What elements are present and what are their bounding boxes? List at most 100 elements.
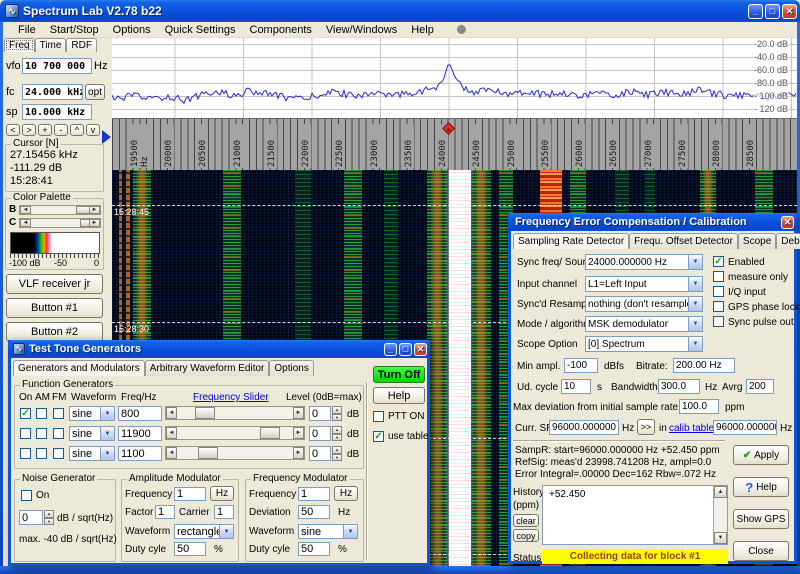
am-duty-input[interactable]: 50 [174, 542, 206, 556]
fm-frequency-input[interactable]: 1 [298, 487, 330, 501]
history-clear-button[interactable]: clear [513, 514, 539, 527]
turn-off-button[interactable]: Turn Off [373, 366, 425, 383]
history-scrollbar[interactable]: ▲ ▼ [713, 486, 727, 544]
fg1-frequency-slider[interactable]: ◄ ► [165, 406, 305, 420]
max-deviation-input[interactable]: 100.0 [679, 399, 719, 414]
menu-options[interactable]: Options [106, 23, 158, 37]
close-button[interactable]: ✕ [782, 3, 797, 19]
fg2-am-checkbox[interactable] [36, 428, 47, 439]
fm-deviation-input[interactable]: 50 [298, 505, 330, 519]
fg2-frequency-slider[interactable]: ◄ ► [165, 426, 305, 440]
sync-freq-select[interactable]: 24000.000000 Hz ▼ [585, 254, 703, 270]
tone-gen-tab-generators[interactable]: Generators and Modulators [13, 360, 145, 376]
noise-on-checkbox[interactable] [21, 490, 32, 501]
fg2-on-checkbox[interactable] [20, 428, 31, 439]
spectrum-graph[interactable]: -20.0 dB -40.0 dB -60.0 dB -80.0 dB - 10… [112, 38, 797, 118]
measure-only-checkbox[interactable] [713, 271, 724, 282]
fg3-level-spinner[interactable]: ▲ ▼ [332, 446, 342, 461]
tone-gen-tab-waveform-editor[interactable]: Arbitrary Waveform Editor [144, 360, 270, 376]
bitrate-input[interactable]: 200.00 Hz [673, 358, 735, 373]
main-titlebar[interactable]: ∿ Spectrum Lab V2.78 b22 _ □ ✕ [0, 0, 800, 22]
history-textarea[interactable]: +52.450 ▲ ▼ [542, 485, 728, 545]
tone-gen-close-button[interactable]: ✕ [414, 342, 427, 356]
noise-level-spinner[interactable]: ▲ ▼ [44, 510, 54, 525]
use-table-checkbox[interactable]: ✓ [373, 431, 384, 442]
tone-gen-minimize-button[interactable]: _ [384, 342, 397, 356]
tone-gen-help-button[interactable]: Help [373, 387, 425, 404]
freq-comp-help-button[interactable]: ? Help [733, 477, 789, 497]
tab-freq[interactable]: Freq [4, 38, 35, 52]
fg3-level-input[interactable]: 0 [309, 446, 331, 461]
maximize-button[interactable]: □ [765, 3, 780, 19]
tab-rdf[interactable]: RDF [66, 38, 97, 52]
min-ampl-input[interactable]: -100 [564, 358, 598, 373]
fg2-waveform-select[interactable]: sine ▼ [69, 426, 115, 441]
freq-comp-tab-debug[interactable]: Debug [776, 233, 800, 249]
fc-input[interactable]: 24.000 kHz [22, 84, 83, 100]
history-copy-button[interactable]: copy [513, 529, 539, 542]
preset-button-1[interactable]: Button #1 [6, 298, 103, 318]
fg1-waveform-select[interactable]: sine ▼ [69, 406, 115, 421]
fc-opt-button[interactable]: opt [85, 84, 105, 100]
fm-waveform-select[interactable]: sine ▼ [298, 524, 358, 539]
scroll-down-button[interactable]: v [86, 124, 100, 136]
noise-level-input[interactable]: 0 [19, 510, 43, 525]
freq-left-button[interactable]: < [6, 124, 20, 136]
preset-vlf-receiver-button[interactable]: VLF receiver jr [6, 274, 103, 294]
gps-phase-lock-checkbox[interactable] [713, 301, 724, 312]
input-channel-select[interactable]: L1=Left Input ▼ [585, 276, 703, 292]
vfo-input[interactable]: 10 700 000 [22, 58, 92, 74]
calib-table-input[interactable]: 96000.000000 [713, 420, 777, 435]
fg1-am-checkbox[interactable] [36, 408, 47, 419]
avrg-input[interactable]: 200 [746, 379, 774, 394]
tab-time[interactable]: Time [34, 38, 67, 52]
show-gps-button[interactable]: Show GPS [733, 509, 789, 529]
calib-table-link[interactable]: calib table: [669, 423, 717, 434]
close-dialog-button[interactable]: Close [733, 541, 789, 561]
freq-comp-tab-sampling-rate[interactable]: Sampling Rate Detector [513, 233, 630, 249]
frequency-ruler[interactable]: 19500 Hz 20000 20500 21000 21500 22000 22500 23… [112, 118, 797, 170]
freq-comp-tab-scope[interactable]: Scope [737, 233, 777, 249]
am-waveform-select[interactable]: rectangle ▼ [174, 524, 234, 539]
freq-right-button[interactable]: > [22, 124, 36, 136]
mode-algorithm-select[interactable]: MSK demodulator ▼ [585, 316, 703, 332]
fg1-freq-input[interactable]: 800 [118, 406, 162, 421]
scope-option-select[interactable]: [0] Spectrum ▼ [585, 336, 703, 352]
minimize-button[interactable]: _ [748, 3, 763, 19]
menu-components[interactable]: Components [243, 23, 319, 37]
am-factor-input[interactable]: 1 [155, 505, 175, 519]
ud-cycle-input[interactable]: 10 [561, 379, 591, 394]
zoom-in-button[interactable]: + [38, 124, 52, 136]
freq-comp-close-button[interactable]: ✕ [781, 215, 794, 229]
tone-gen-tab-options[interactable]: Options [269, 360, 314, 376]
sp-input[interactable]: 10.000 kHz [22, 104, 92, 120]
fg3-frequency-slider[interactable]: ◄ ► [165, 446, 305, 460]
am-frequency-input[interactable]: 1 [174, 487, 206, 501]
freq-comp-tab-offset-detector[interactable]: Frequ. Offset Detector [629, 233, 738, 249]
menu-quick-settings[interactable]: Quick Settings [158, 23, 243, 37]
zoom-out-button[interactable]: - [54, 124, 68, 136]
copy-sr-button[interactable]: >> [637, 419, 655, 435]
brightness-slider[interactable]: ◄ ► [19, 205, 101, 215]
fg3-on-checkbox[interactable] [20, 448, 31, 459]
fg2-level-spinner[interactable]: ▲ ▼ [332, 426, 342, 441]
fg3-freq-input[interactable]: 1100 [118, 446, 162, 461]
fg1-fm-checkbox[interactable] [53, 408, 64, 419]
tone-gen-titlebar[interactable]: ∿ Test Tone Generators _ □ ✕ [8, 340, 430, 358]
am-carrier-input[interactable]: 1 [214, 505, 234, 519]
fg2-level-input[interactable]: 0 [309, 426, 331, 441]
enabled-checkbox[interactable]: ✓ [713, 256, 724, 267]
tone-gen-maximize-button[interactable]: □ [399, 342, 412, 356]
syncd-resample-select[interactable]: nothing (don't resample) ▼ [585, 296, 703, 312]
freq-comp-titlebar[interactable]: Frequency Error Compensation / Calibrati… [508, 213, 797, 231]
am-hz-button[interactable]: Hz [210, 486, 234, 501]
fg3-am-checkbox[interactable] [36, 448, 47, 459]
fm-duty-input[interactable]: 50 [298, 542, 330, 556]
frequency-slider-link[interactable]: Frequency Slider [193, 392, 269, 403]
iq-input-checkbox[interactable] [713, 286, 724, 297]
menu-help[interactable]: Help [404, 23, 441, 37]
menu-file[interactable]: File [11, 23, 43, 37]
apply-button[interactable]: ✔ Apply [733, 445, 789, 465]
menu-start-stop[interactable]: Start/Stop [43, 23, 106, 37]
curr-sr-input[interactable]: 96000.000000 [549, 420, 619, 435]
